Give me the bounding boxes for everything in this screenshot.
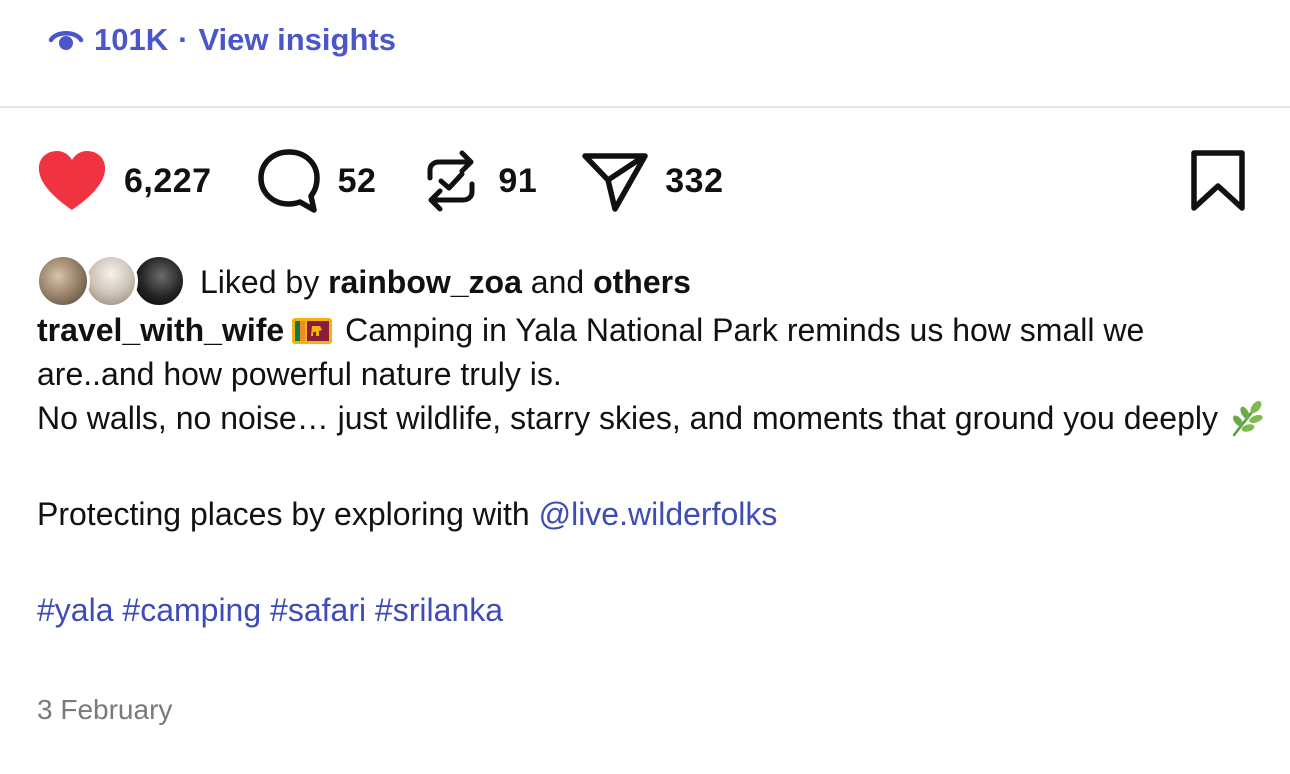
bookmark-icon xyxy=(1188,150,1248,218)
comment-bubble-icon xyxy=(256,148,322,214)
caption-paragraph-3: Protecting places by exploring with @liv… xyxy=(37,492,1267,536)
view-count: 101K xyxy=(94,22,169,57)
separator-dot: · xyxy=(178,22,189,57)
caption-paragraph-1: travel_with_wife Camping in Yala Nationa… xyxy=(37,308,1267,396)
liked-by-row[interactable]: Liked by rainbow_zoa and others xyxy=(36,254,691,310)
post-date: 3 February xyxy=(37,694,173,725)
sri-lanka-flag-icon xyxy=(292,311,333,344)
liked-by-others[interactable]: others xyxy=(593,264,691,301)
mention-link[interactable]: @live.wilderfolks xyxy=(539,496,778,532)
caption-paragraph-2: No walls, no noise… just wildlife, starr… xyxy=(37,396,1267,440)
caption-hashtags: #yala #camping #safari #srilanka xyxy=(37,588,1267,632)
avatar xyxy=(84,254,138,308)
share-button[interactable]: 332 xyxy=(581,149,767,213)
eye-icon xyxy=(46,20,86,60)
herb-leaf-icon xyxy=(1226,399,1266,439)
view-insights-label: View insights xyxy=(198,22,396,57)
divider xyxy=(0,106,1290,108)
repost-count: 91 xyxy=(498,161,538,200)
caption-text-2: No walls, no noise… just wildlife, starr… xyxy=(37,400,1218,436)
repost-check-icon xyxy=(420,148,482,214)
post-caption: travel_with_wife Camping in Yala Nationa… xyxy=(37,308,1267,632)
send-icon xyxy=(581,149,649,213)
comment-button[interactable]: 52 xyxy=(256,148,421,214)
view-insights-link[interactable]: 101K · View insights xyxy=(46,18,396,62)
liked-by-and: and xyxy=(530,263,585,300)
share-count: 332 xyxy=(665,161,724,200)
like-count: 6,227 xyxy=(124,161,212,200)
heart-icon xyxy=(36,149,108,213)
avatar xyxy=(36,254,90,308)
hashtag-links[interactable]: #yala #camping #safari #srilanka xyxy=(37,592,503,628)
comment-count: 52 xyxy=(337,161,377,200)
caption-text-3: Protecting places by exploring with xyxy=(37,496,539,532)
action-bar: 6,227 52 91 332 xyxy=(36,146,767,216)
caption-username[interactable]: travel_with_wife xyxy=(37,312,284,348)
repost-button[interactable]: 91 xyxy=(420,148,581,214)
like-button[interactable]: 6,227 xyxy=(36,149,256,213)
save-button[interactable] xyxy=(1188,148,1248,214)
avatar xyxy=(132,254,186,308)
liker-avatars xyxy=(36,254,188,310)
liked-by-user[interactable]: rainbow_zoa xyxy=(328,264,522,301)
liked-by-prefix: Liked by xyxy=(200,263,320,300)
